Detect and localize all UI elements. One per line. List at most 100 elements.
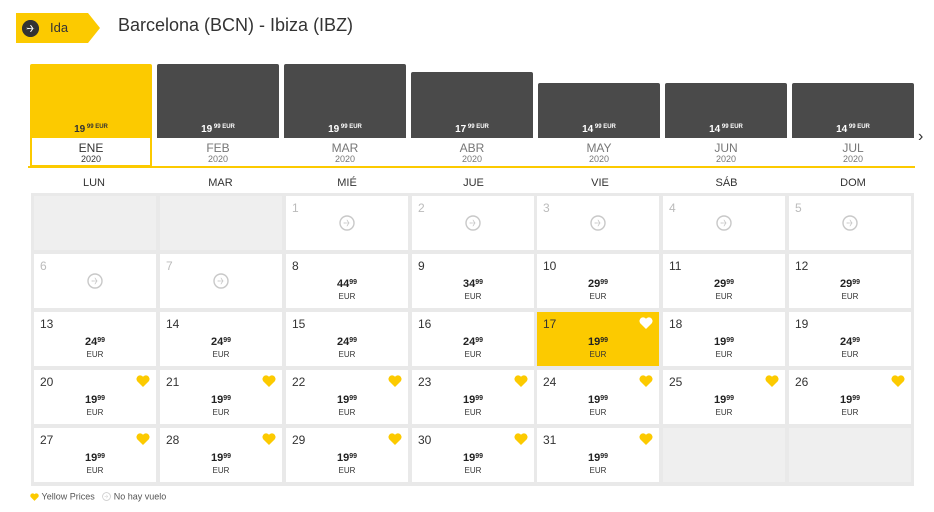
day-cell[interactable]: 13 2499 EUR [34,312,156,366]
day-price: 2499 [789,336,911,348]
day-cell[interactable]: 23 1999 EUR [412,370,534,424]
month-price-main: 19 [201,124,213,135]
day-cell-no-flight: 5 [789,196,911,250]
day-number: 11 [669,259,682,273]
day-cell[interactable]: 12 2999 EUR [789,254,911,308]
day-price: 1999 [286,394,408,406]
month-year: 2020 [207,154,229,164]
day-cell[interactable]: 16 2499 EUR [412,312,534,366]
day-price-cents: 99 [600,395,609,402]
day-currency: EUR [715,292,733,301]
day-cell[interactable]: 19 2499 EUR [789,312,911,366]
day-cell[interactable]: 25 1999 EUR [663,370,785,424]
day-price-cents: 99 [223,337,232,344]
day-cell[interactable]: 21 1999 EUR [160,370,282,424]
day-currency: EUR [464,350,482,359]
day-price-main: 19 [713,394,727,406]
direction-badge[interactable]: Ida [16,13,100,43]
day-price-main: 19 [587,336,601,348]
day-price: 2499 [160,336,282,348]
day-price: 1999 [537,452,659,464]
day-cell-no-flight: 6 [34,254,156,308]
day-price: 2999 [537,278,659,290]
day-cell[interactable]: 17 1999 EUR [537,312,659,366]
day-number: 4 [669,201,676,215]
day-cell[interactable]: 9 3499 EUR [412,254,534,308]
day-number: 1 [292,201,299,215]
legend-no-flight: No hay vuelo [113,491,167,502]
day-cell[interactable]: 14 2499 EUR [160,312,282,366]
legend-yellow-prices: Yellow Prices [41,491,95,502]
day-price: 2999 [789,278,911,290]
day-cell[interactable]: 11 2999 EUR [663,254,785,308]
airplane-icon [213,273,229,289]
chevron-right-icon[interactable]: › [918,128,923,146]
day-number: 2 [418,201,425,215]
day-cell[interactable]: 24 1999 EUR [537,370,659,424]
heart-icon [388,374,402,387]
day-cell[interactable]: 30 1999 EUR [412,428,534,482]
day-price-main: 19 [336,452,350,464]
day-cell[interactable]: 20 1999 EUR [34,370,156,424]
day-number: 27 [40,433,54,447]
heart-icon [639,374,653,387]
month-price: 19 99 EUR [30,124,152,135]
month-name: FEB [206,141,230,155]
day-price: 1999 [789,394,911,406]
day-price-cents: 99 [600,453,609,460]
heart-icon [262,432,276,445]
day-currency: EUR [841,350,859,359]
day-price-cents: 99 [349,279,358,286]
day-number: 10 [543,259,557,273]
day-price-main: 19 [587,452,601,464]
day-currency: EUR [841,408,859,417]
day-price: 1999 [663,394,785,406]
day-currency: EUR [212,466,230,475]
month-year: 2020 [715,154,737,164]
day-price-main: 29 [587,278,601,290]
day-price-cents: 99 [223,453,232,460]
day-number: 16 [418,317,432,331]
heart-icon [639,432,653,445]
day-cell[interactable]: 28 1999 EUR [160,428,282,482]
day-currency: EUR [86,408,104,417]
month-price-main: 14 [582,124,594,135]
month-name: MAR [331,141,359,155]
empty-day-cell [34,196,156,250]
day-price-main: 24 [336,336,350,348]
empty-day-cell [160,196,282,250]
heart-icon [262,374,276,387]
day-price: 2499 [34,336,156,348]
month-price-cents: 99 EUR [212,124,235,130]
day-price: 1999 [663,336,785,348]
day-cell[interactable]: 27 1999 EUR [34,428,156,482]
month-baseline [28,166,915,168]
day-price: 3499 [412,278,534,290]
day-price-main: 24 [462,336,476,348]
day-cell[interactable]: 31 1999 EUR [537,428,659,482]
month-price-main: 17 [455,124,467,135]
day-cell[interactable]: 18 1999 EUR [663,312,785,366]
day-cell[interactable]: 26 1999 EUR [789,370,911,424]
day-cell[interactable]: 10 2999 EUR [537,254,659,308]
day-cell[interactable]: 15 2499 EUR [286,312,408,366]
day-number: 8 [292,259,299,273]
month-price-cents: 99 EUR [339,124,362,130]
empty-day-cell [789,428,911,482]
day-currency: EUR [841,292,859,301]
airplane-icon [716,215,732,231]
day-price-main: 19 [587,394,601,406]
day-currency: EUR [212,408,230,417]
weekday-label: LUN [82,177,105,189]
day-cell[interactable]: 29 1999 EUR [286,428,408,482]
day-price-cents: 99 [475,395,484,402]
day-cell[interactable]: 22 1999 EUR [286,370,408,424]
weekday-label: JUE [463,177,484,189]
day-cell[interactable]: 8 4499 EUR [286,254,408,308]
day-currency: EUR [338,408,356,417]
month-price-main: 14 [836,124,848,135]
month-label: JUL 2020 [792,142,914,164]
day-price-cents: 99 [726,279,735,286]
day-currency: EUR [589,466,607,475]
weekday-label: SÁB [715,177,738,189]
